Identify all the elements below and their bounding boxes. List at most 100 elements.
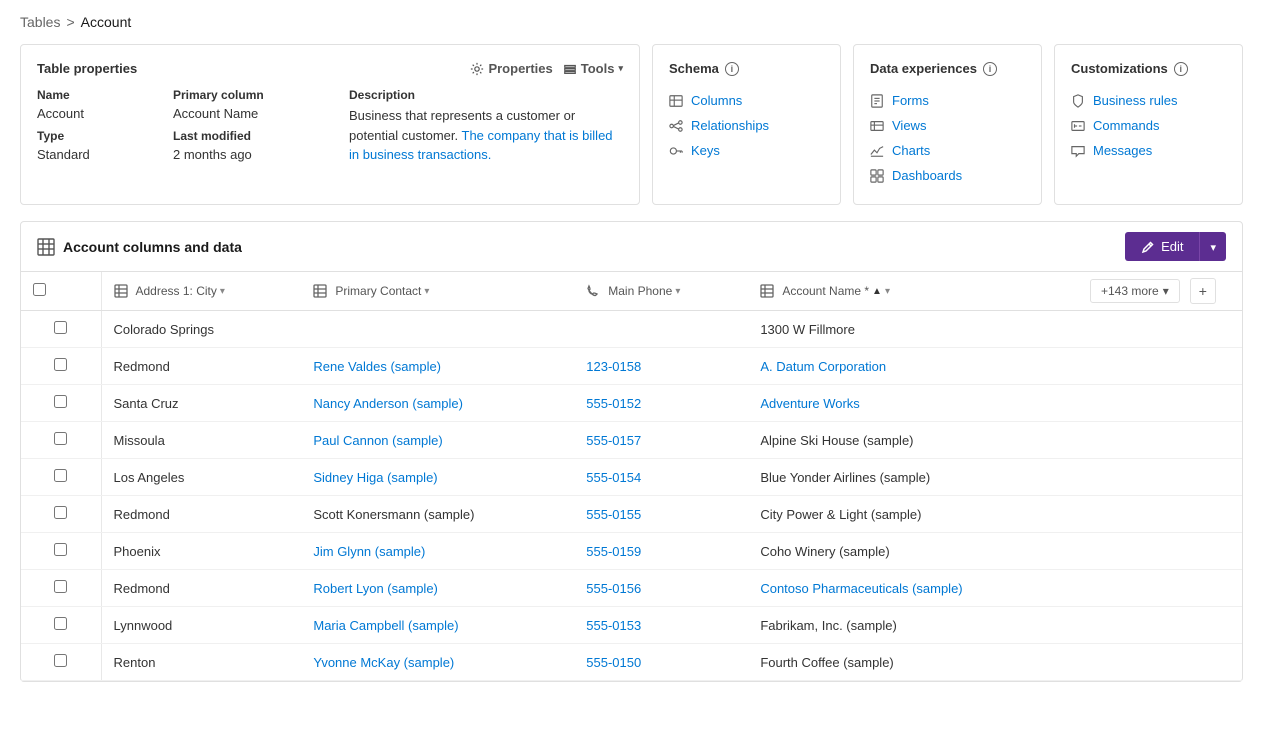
city-col-label: Address 1: City (136, 284, 217, 298)
schema-columns-link[interactable]: Columns (669, 88, 824, 113)
edit-icon (1141, 240, 1155, 254)
table-properties-card: Table properties Properties Tools (20, 44, 640, 205)
contact-link[interactable]: Rene Valdes (sample) (313, 359, 441, 374)
more-columns-button[interactable]: +143 more ▾ (1090, 279, 1180, 303)
row-checkbox[interactable] (54, 543, 67, 556)
contact-link[interactable]: Robert Lyon (sample) (313, 581, 438, 596)
data-grid-section: Account columns and data Edit ▾ (20, 221, 1243, 682)
phone-cell: 555-0150 (574, 644, 748, 681)
row-checkbox[interactable] (54, 654, 67, 667)
data-exp-info-icon[interactable]: i (983, 62, 997, 76)
table-row: RedmondScott Konersmann (sample)555-0155… (21, 496, 1242, 533)
business-rules-link[interactable]: Business rules (1071, 88, 1226, 113)
extra-col-cell (1082, 385, 1242, 422)
row-checkbox-cell (21, 385, 101, 422)
last-modified-label: Last modified (173, 129, 333, 143)
props-desc-col: Description Business that represents a c… (349, 88, 623, 170)
properties-button[interactable]: Properties (470, 61, 552, 76)
contact-cell: Scott Konersmann (sample) (301, 496, 574, 533)
schema-keys-link[interactable]: Keys (669, 138, 824, 163)
schema-keys-label: Keys (691, 143, 720, 158)
phone-col-icon (586, 284, 600, 298)
contact-cell: Robert Lyon (sample) (301, 570, 574, 607)
extra-col-cell (1082, 496, 1242, 533)
city-cell: Lynnwood (101, 607, 301, 644)
customizations-info-icon[interactable]: i (1174, 62, 1188, 76)
card-tools: Properties Tools ▾ (470, 61, 623, 76)
row-checkbox[interactable] (54, 395, 67, 408)
views-link[interactable]: Views (870, 113, 1025, 138)
accountname-col-header[interactable]: Account Name * ▲ ▾ (748, 272, 1082, 311)
schema-relationships-link[interactable]: Relationships (669, 113, 824, 138)
forms-link[interactable]: Forms (870, 88, 1025, 113)
row-checkbox[interactable] (54, 358, 67, 371)
customizations-card: Customizations i Business rules Commands… (1054, 44, 1243, 205)
contact-col-icon (313, 284, 327, 298)
extra-col-cell (1082, 348, 1242, 385)
charts-link[interactable]: Charts (870, 138, 1025, 163)
account-name-link[interactable]: Adventure Works (760, 396, 859, 411)
row-checkbox[interactable] (54, 321, 67, 334)
table-row: LynnwoodMaria Campbell (sample)555-0153F… (21, 607, 1242, 644)
more-cols-header[interactable]: +143 more ▾ + (1082, 272, 1242, 311)
desc-value: Business that represents a customer or p… (349, 106, 623, 165)
row-checkbox[interactable] (54, 432, 67, 445)
table-row: RedmondRene Valdes (sample)123-0158A. Da… (21, 348, 1242, 385)
type-label: Type (37, 129, 157, 143)
contact-link[interactable]: Sidney Higa (sample) (313, 470, 437, 485)
table-properties-title: Table properties Properties Tools (37, 61, 623, 76)
row-checkbox-cell (21, 496, 101, 533)
contact-cell: Sidney Higa (sample) (301, 459, 574, 496)
edit-chevron-button[interactable]: ▾ (1199, 232, 1226, 261)
phone-value: 555-0155 (586, 507, 641, 522)
city-cell: Redmond (101, 570, 301, 607)
table-row: PhoenixJim Glynn (sample)555-0159Coho Wi… (21, 533, 1242, 570)
contact-col-header[interactable]: Primary Contact ▾ (301, 272, 574, 311)
row-checkbox-cell (21, 570, 101, 607)
schema-info-icon[interactable]: i (725, 62, 739, 76)
accountname-col-label: Account Name * (782, 284, 869, 298)
dashboards-link[interactable]: Dashboards (870, 163, 1025, 188)
commands-link[interactable]: Commands (1071, 113, 1226, 138)
city-col-header[interactable]: Address 1: City ▾ (101, 272, 301, 311)
edit-button[interactable]: Edit (1125, 232, 1199, 261)
contact-link[interactable]: Nancy Anderson (sample) (313, 396, 463, 411)
contact-cell (301, 311, 574, 348)
phone-sort-icon: ▾ (675, 286, 680, 297)
breadcrumb-tables[interactable]: Tables (20, 14, 60, 30)
contact-link[interactable]: Paul Cannon (sample) (313, 433, 442, 448)
row-checkbox[interactable] (54, 506, 67, 519)
row-checkbox[interactable] (54, 617, 67, 630)
phone-col-header[interactable]: Main Phone ▾ (574, 272, 748, 311)
account-name-link[interactable]: A. Datum Corporation (760, 359, 886, 374)
table-row: Santa CruzNancy Anderson (sample)555-015… (21, 385, 1242, 422)
contact-link[interactable]: Yvonne McKay (sample) (313, 655, 454, 670)
account-name-cell: City Power & Light (sample) (748, 496, 1082, 533)
contact-link[interactable]: Jim Glynn (sample) (313, 544, 425, 559)
contact-link[interactable]: Maria Campbell (sample) (313, 618, 458, 633)
table-header-row: Address 1: City ▾ Primary (21, 272, 1242, 311)
row-checkbox-cell (21, 533, 101, 570)
phone-cell: 123-0158 (574, 348, 748, 385)
phone-cell: 555-0156 (574, 570, 748, 607)
city-cell: Colorado Springs (101, 311, 301, 348)
tools-button[interactable]: Tools ▾ (563, 61, 623, 76)
add-column-button[interactable]: + (1190, 278, 1216, 304)
primary-col-value: Account Name (173, 106, 333, 121)
forms-label: Forms (892, 93, 929, 108)
schema-card: Schema i Columns Relationships (652, 44, 841, 205)
commands-label: Commands (1093, 118, 1159, 133)
row-checkbox-cell (21, 311, 101, 348)
props-name-col: Name Account Type Standard (37, 88, 157, 170)
add-col-icon: + (1199, 283, 1207, 299)
account-name-cell: Blue Yonder Airlines (sample) (748, 459, 1082, 496)
row-checkbox[interactable] (54, 469, 67, 482)
select-all-checkbox[interactable] (33, 283, 46, 296)
row-checkbox[interactable] (54, 580, 67, 593)
account-name-link[interactable]: Contoso Pharmaceuticals (sample) (760, 581, 962, 596)
phone-cell: 555-0157 (574, 422, 748, 459)
messages-link[interactable]: Messages (1071, 138, 1226, 163)
row-checkbox-cell (21, 348, 101, 385)
phone-value: 123-0158 (586, 359, 641, 374)
table-container: Address 1: City ▾ Primary (21, 272, 1242, 681)
